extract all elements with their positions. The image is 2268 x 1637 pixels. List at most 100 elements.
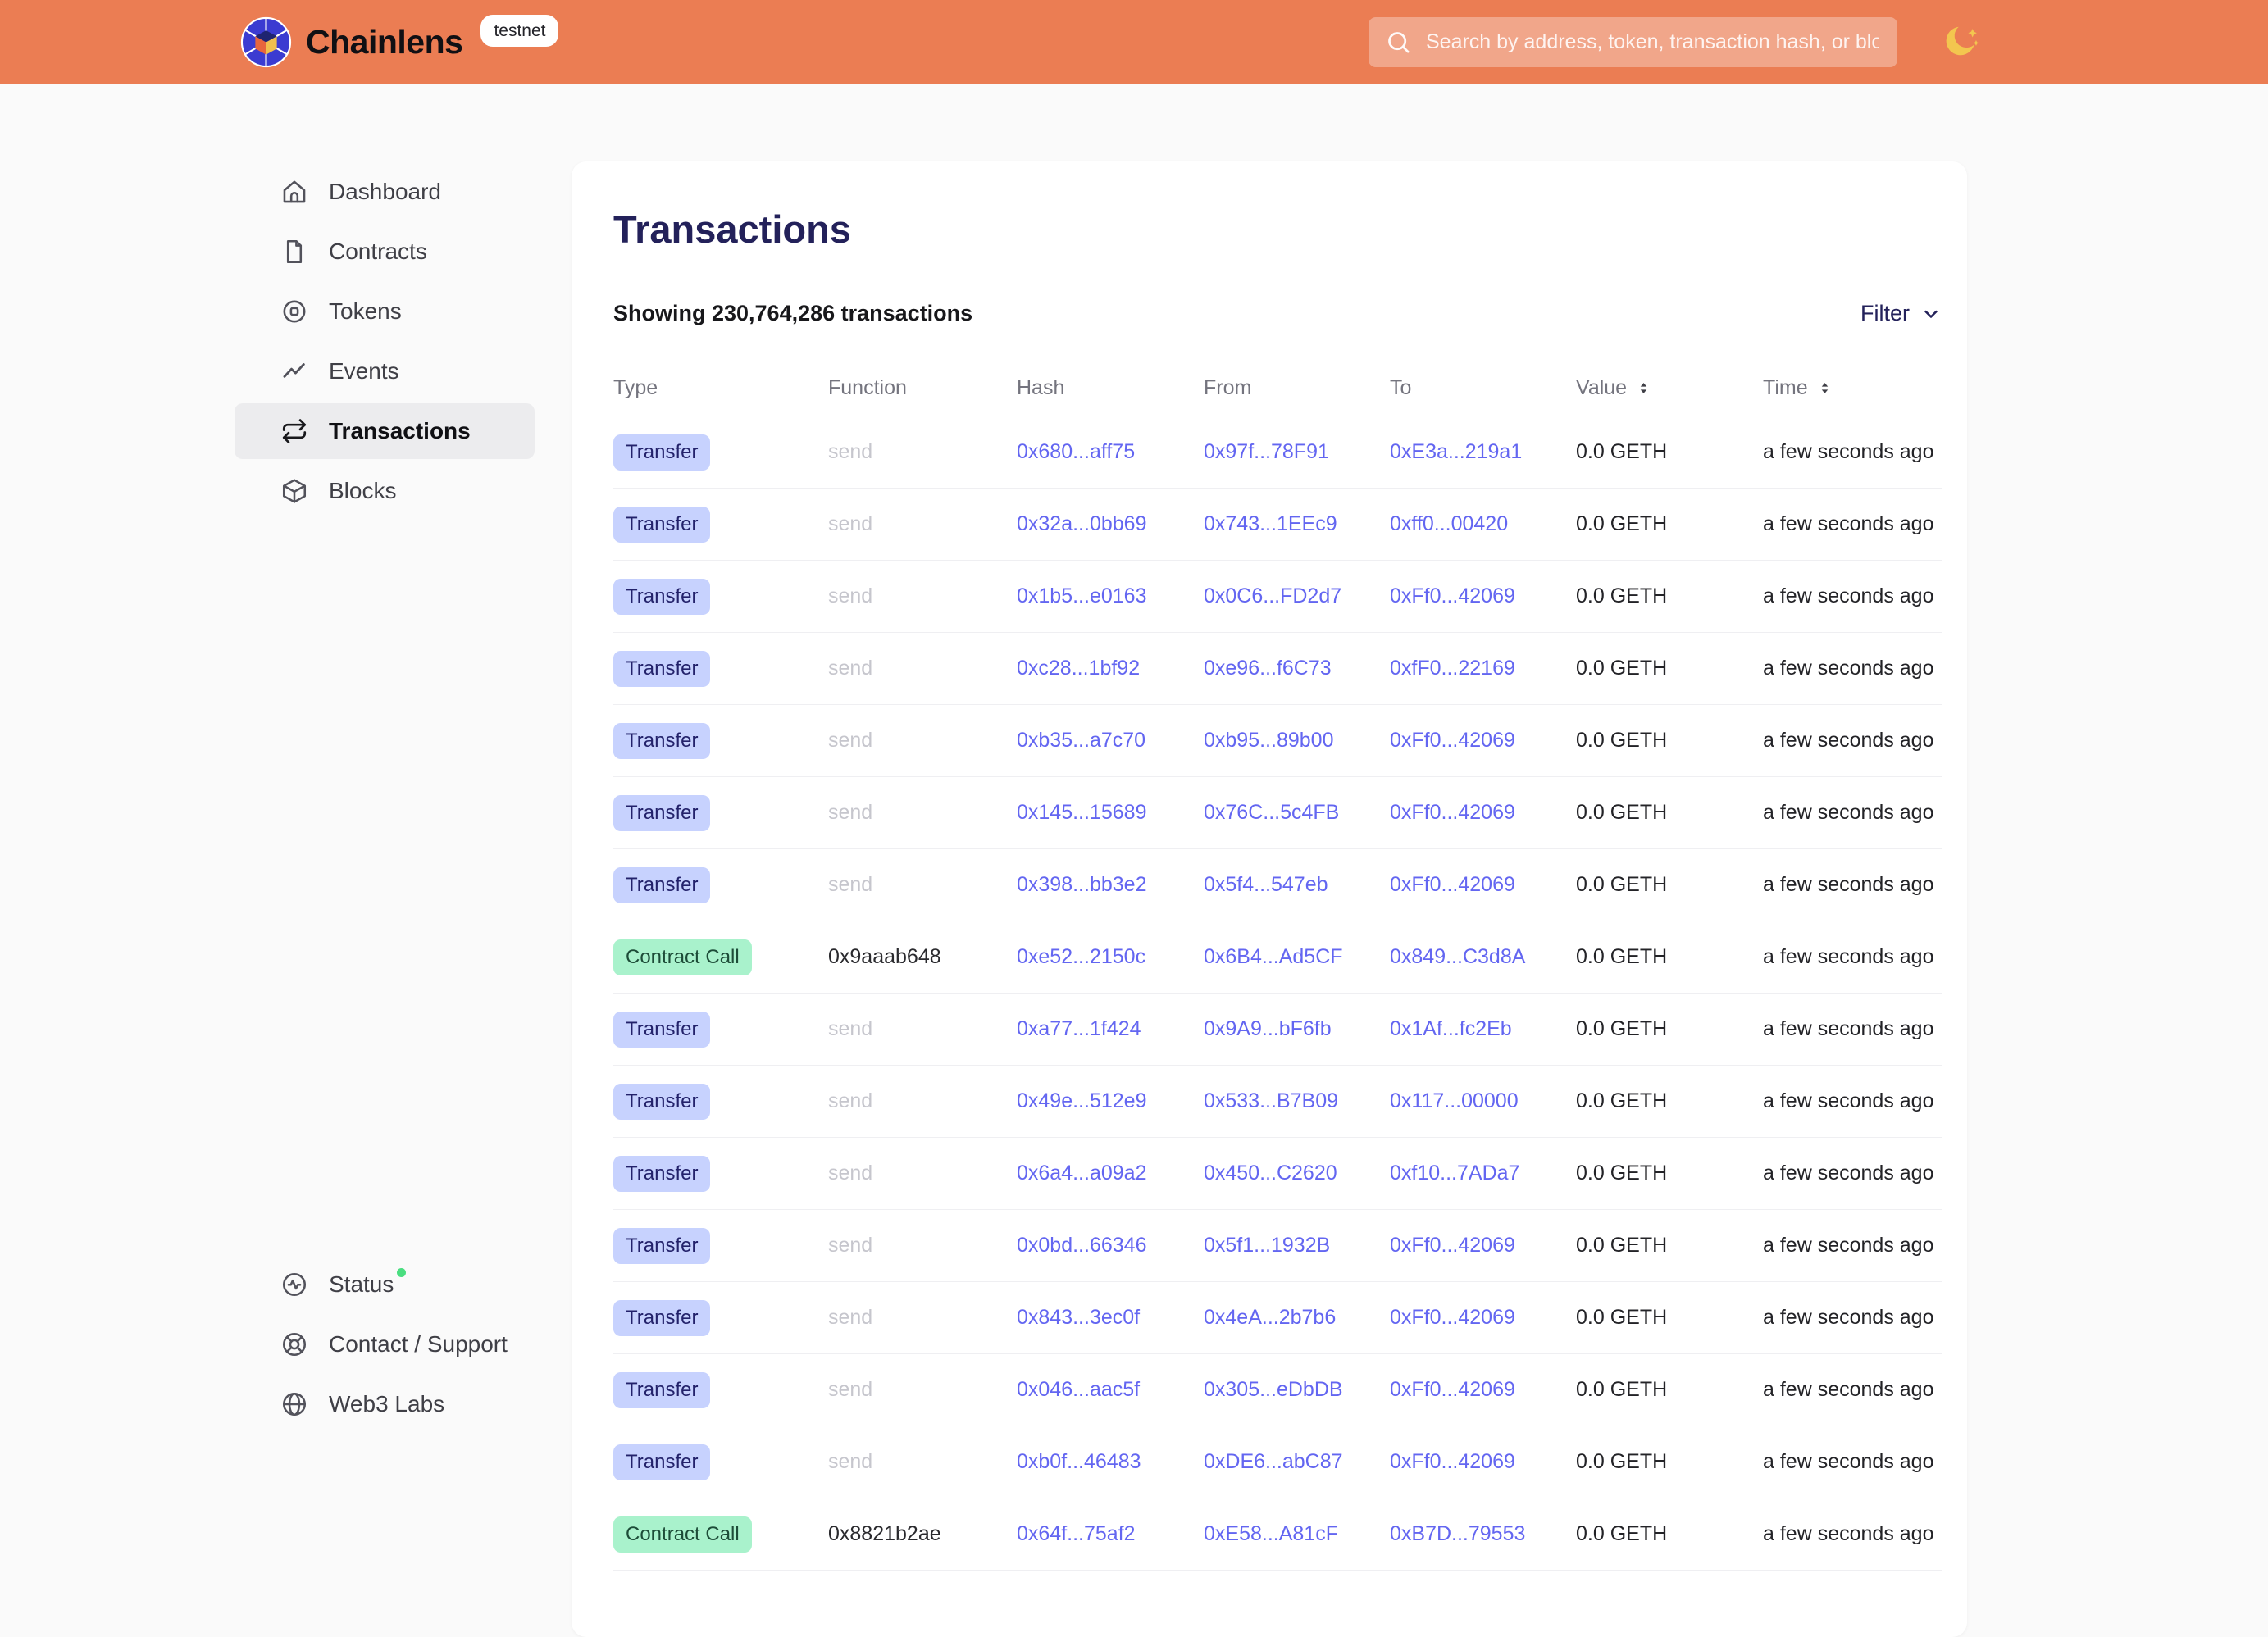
sidebar-item-transactions[interactable]: Transactions [235,403,535,459]
sidebar-item-label: Events [329,358,399,384]
brand-name: Chainlens [306,23,462,61]
to-link[interactable]: 0xFf0...42069 [1390,873,1576,897]
table-row: Contract Call 0x9aaab648 0xe52...2150c 0… [613,921,1942,994]
table-row: Transfer send 0x49e...512e9 0x533...B7B0… [613,1066,1942,1138]
to-link[interactable]: 0xFf0...42069 [1390,1306,1576,1330]
from-link[interactable]: 0xE58...A81cF [1204,1522,1390,1546]
table-row: Transfer send 0x145...15689 0x76C...5c4F… [613,777,1942,849]
hash-link[interactable]: 0x49e...512e9 [1017,1089,1204,1113]
from-link[interactable]: 0x4eA...2b7b6 [1204,1306,1390,1330]
hash-link[interactable]: 0x1b5...e0163 [1017,584,1204,608]
value-cell: 0.0 GETH [1576,801,1763,825]
tokens-icon [280,298,308,325]
table-row: Transfer send 0x843...3ec0f 0x4eA...2b7b… [613,1282,1942,1354]
main-card: Transactions Showing 230,764,286 transac… [572,161,1967,1637]
from-link[interactable]: 0x5f1...1932B [1204,1234,1390,1257]
to-link[interactable]: 0x849...C3d8A [1390,945,1576,969]
from-link[interactable]: 0x76C...5c4FB [1204,801,1390,825]
to-link[interactable]: 0xFf0...42069 [1390,729,1576,753]
from-link[interactable]: 0x9A9...bF6fb [1204,1017,1390,1041]
search-bar[interactable] [1369,17,1897,67]
transactions-table: Type Function Hash From To Value Time Tr… [613,361,1942,1571]
column-header-label: From [1204,376,1251,400]
to-link[interactable]: 0xFf0...42069 [1390,1450,1576,1474]
sidebar-item-web3-labs[interactable]: Web3 Labs [235,1376,535,1432]
time-cell: a few seconds ago [1763,873,1942,897]
filter-button[interactable]: Filter [1860,301,1942,326]
value-cell: 0.0 GETH [1576,945,1763,969]
to-link[interactable]: 0x117...00000 [1390,1089,1576,1113]
time-cell: a few seconds ago [1763,1522,1942,1546]
column-header-time[interactable]: Time [1763,376,1942,400]
hash-link[interactable]: 0x398...bb3e2 [1017,873,1204,897]
transactions-count: Showing 230,764,286 transactions [613,301,972,326]
type-badge: Transfer [613,1012,710,1048]
to-link[interactable]: 0xff0...00420 [1390,512,1576,536]
hash-link[interactable]: 0xb35...a7c70 [1017,729,1204,753]
type-badge: Transfer [613,507,710,543]
column-header-from: From [1204,376,1390,400]
type-badge: Transfer [613,1372,710,1408]
value-cell: 0.0 GETH [1576,440,1763,464]
theme-toggle-button[interactable] [1940,21,1983,64]
to-link[interactable]: 0x1Af...fc2Eb [1390,1017,1576,1041]
from-link[interactable]: 0xb95...89b00 [1204,729,1390,753]
hash-link[interactable]: 0x680...aff75 [1017,440,1204,464]
to-link[interactable]: 0xfF0...22169 [1390,657,1576,680]
type-badge: Transfer [613,1300,710,1336]
events-icon [280,357,308,385]
from-link[interactable]: 0x0C6...FD2d7 [1204,584,1390,608]
sidebar-item-contact-support[interactable]: Contact / Support [235,1316,535,1372]
from-link[interactable]: 0x450...C2620 [1204,1162,1390,1185]
sidebar-item-events[interactable]: Events [235,343,535,399]
hash-link[interactable]: 0x64f...75af2 [1017,1522,1204,1546]
from-link[interactable]: 0x6B4...Ad5CF [1204,945,1390,969]
to-link[interactable]: 0xFf0...42069 [1390,584,1576,608]
from-link[interactable]: 0x305...eDbDB [1204,1378,1390,1402]
hash-link[interactable]: 0x32a...0bb69 [1017,512,1204,536]
type-badge: Contract Call [613,1516,752,1553]
hash-link[interactable]: 0xe52...2150c [1017,945,1204,969]
to-link[interactable]: 0xFf0...42069 [1390,801,1576,825]
sort-icon[interactable] [1634,379,1653,398]
to-link[interactable]: 0xFf0...42069 [1390,1378,1576,1402]
hash-link[interactable]: 0x145...15689 [1017,801,1204,825]
from-link[interactable]: 0x97f...78F91 [1204,440,1390,464]
table-row: Transfer send 0xa77...1f424 0x9A9...bF6f… [613,994,1942,1066]
sidebar-item-contracts[interactable]: Contracts [235,224,535,280]
to-link[interactable]: 0xB7D...79553 [1390,1522,1576,1546]
hash-link[interactable]: 0xb0f...46483 [1017,1450,1204,1474]
column-header-value[interactable]: Value [1576,376,1763,400]
hash-link[interactable]: 0xc28...1bf92 [1017,657,1204,680]
sidebar-item-status[interactable]: Status [235,1257,535,1312]
sidebar-item-dashboard[interactable]: Dashboard [235,164,535,220]
to-link[interactable]: 0xf10...7ADa7 [1390,1162,1576,1185]
sort-icon[interactable] [1815,379,1834,398]
chevron-down-icon [1920,302,1942,325]
sidebar-item-blocks[interactable]: Blocks [235,463,535,519]
type-badge: Transfer [613,434,710,471]
search-input[interactable] [1424,30,1881,55]
from-link[interactable]: 0x533...B7B09 [1204,1089,1390,1113]
function-cell: send [828,801,1017,825]
column-header-type: Type [613,376,828,400]
sidebar: Dashboard Contracts Tokens Events Transa… [235,84,535,1576]
from-link[interactable]: 0x743...1EEc9 [1204,512,1390,536]
from-link[interactable]: 0xe96...f6C73 [1204,657,1390,680]
sidebar-item-label: Status [329,1271,394,1298]
sidebar-item-tokens[interactable]: Tokens [235,284,535,339]
time-cell: a few seconds ago [1763,512,1942,536]
to-link[interactable]: 0xFf0...42069 [1390,1234,1576,1257]
sidebar-nav: Dashboard Contracts Tokens Events Transa… [235,164,535,523]
table-row: Transfer send 0x6a4...a09a2 0x450...C262… [613,1138,1942,1210]
sidebar-item-label: Contracts [329,239,427,265]
hash-link[interactable]: 0xa77...1f424 [1017,1017,1204,1041]
to-link[interactable]: 0xE3a...219a1 [1390,440,1576,464]
hash-link[interactable]: 0x843...3ec0f [1017,1306,1204,1330]
from-link[interactable]: 0x5f4...547eb [1204,873,1390,897]
from-link[interactable]: 0xDE6...abC87 [1204,1450,1390,1474]
hash-link[interactable]: 0x046...aac5f [1017,1378,1204,1402]
value-cell: 0.0 GETH [1576,1089,1763,1113]
hash-link[interactable]: 0x0bd...66346 [1017,1234,1204,1257]
hash-link[interactable]: 0x6a4...a09a2 [1017,1162,1204,1185]
